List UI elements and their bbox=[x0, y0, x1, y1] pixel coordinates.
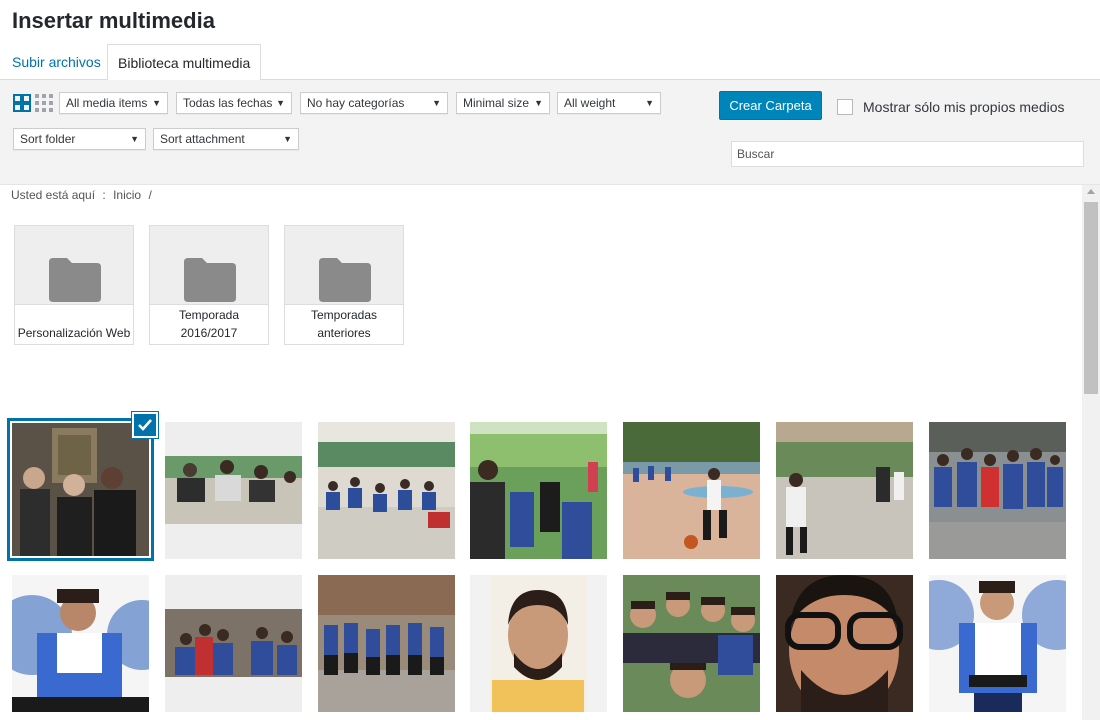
photo-image bbox=[12, 575, 149, 712]
photo-image bbox=[623, 422, 760, 559]
tab-media-library[interactable]: Biblioteca multimedia bbox=[107, 44, 262, 81]
category-filter[interactable]: No hay categorías ▼ bbox=[300, 92, 448, 114]
selected-check-icon[interactable] bbox=[132, 412, 158, 438]
breadcrumb-home-link[interactable]: Inicio bbox=[113, 188, 141, 202]
tab-upload-files[interactable]: Subir archivos bbox=[2, 44, 111, 80]
scroll-up-icon[interactable] bbox=[1087, 189, 1095, 194]
folder-item[interactable]: Temporada 2016/2017 bbox=[149, 225, 269, 345]
category-filter-value: No hay categorías bbox=[307, 96, 405, 110]
media-thumbnail-selected[interactable] bbox=[7, 418, 154, 561]
sort-attachment-select[interactable]: Sort attachment ▼ bbox=[153, 128, 299, 150]
media-thumbnail[interactable] bbox=[929, 575, 1066, 712]
breadcrumb: Usted está aquí : Inicio / bbox=[11, 188, 156, 202]
folder-item[interactable]: Personalización Web bbox=[14, 225, 134, 345]
size-filter[interactable]: Minimal size ▼ bbox=[456, 92, 550, 114]
folder-icon bbox=[184, 258, 236, 302]
scrollbar-thumb[interactable] bbox=[1084, 202, 1098, 394]
weight-filter-value: All weight bbox=[564, 96, 616, 110]
media-type-filter-value: All media items bbox=[66, 96, 148, 110]
tab-bar: Subir archivos Biblioteca multimedia bbox=[0, 44, 1100, 81]
own-media-label: Mostrar sólo mis propios medios bbox=[863, 99, 1065, 115]
size-filter-value: Minimal size bbox=[463, 96, 530, 110]
media-thumbnail[interactable] bbox=[470, 422, 607, 559]
media-thumbnail[interactable] bbox=[318, 422, 455, 559]
chevron-down-icon: ▼ bbox=[534, 98, 543, 108]
search-input[interactable] bbox=[731, 141, 1084, 167]
media-thumbnail[interactable] bbox=[12, 575, 149, 712]
page-title: Insertar multimedia bbox=[12, 8, 215, 33]
folder-label: Personalización Web bbox=[15, 304, 133, 344]
folder-label: Temporadas anteriores bbox=[285, 304, 403, 344]
chevron-down-icon: ▼ bbox=[283, 134, 292, 144]
photo-image bbox=[929, 575, 1066, 712]
media-thumbnail[interactable] bbox=[623, 422, 760, 559]
media-thumbnail[interactable] bbox=[165, 575, 302, 712]
own-media-checkbox[interactable] bbox=[837, 99, 853, 115]
photo-image bbox=[776, 422, 913, 559]
sort-folder-value: Sort folder bbox=[20, 132, 76, 146]
chevron-down-icon: ▼ bbox=[152, 98, 161, 108]
media-thumbnail[interactable] bbox=[623, 575, 760, 712]
small-grid-view-icon[interactable] bbox=[35, 94, 53, 112]
date-filter[interactable]: Todas las fechas ▼ bbox=[176, 92, 292, 114]
sort-attachment-value: Sort attachment bbox=[160, 132, 245, 146]
folder-label: Temporada 2016/2017 bbox=[150, 304, 268, 344]
create-folder-button[interactable]: Crear Carpeta bbox=[719, 91, 822, 120]
media-thumbnail[interactable] bbox=[929, 422, 1066, 559]
folder-icon bbox=[319, 258, 371, 302]
scrollbar[interactable] bbox=[1082, 185, 1100, 720]
photo-image bbox=[165, 422, 302, 559]
chevron-down-icon: ▼ bbox=[276, 98, 285, 108]
media-thumbnail[interactable] bbox=[165, 422, 302, 559]
photo-image bbox=[929, 422, 1066, 559]
media-thumbnail[interactable] bbox=[470, 575, 607, 712]
photo-image bbox=[470, 422, 607, 559]
photo-image bbox=[318, 575, 455, 712]
sort-folder-select[interactable]: Sort folder ▼ bbox=[13, 128, 146, 150]
chevron-down-icon: ▼ bbox=[130, 134, 139, 144]
breadcrumb-trail: / bbox=[148, 188, 152, 202]
chevron-down-icon: ▼ bbox=[645, 98, 654, 108]
media-type-filter[interactable]: All media items ▼ bbox=[59, 92, 168, 114]
photo-image bbox=[776, 575, 913, 712]
weight-filter[interactable]: All weight ▼ bbox=[557, 92, 661, 114]
date-filter-value: Todas las fechas bbox=[183, 96, 273, 110]
photo-image bbox=[623, 575, 760, 712]
photo-image bbox=[470, 575, 607, 712]
photo-image bbox=[165, 575, 302, 712]
folder-icon bbox=[49, 258, 101, 302]
grid-view-icon[interactable] bbox=[13, 94, 31, 112]
photo-image bbox=[318, 422, 455, 559]
media-thumbnail[interactable] bbox=[318, 575, 455, 712]
chevron-down-icon: ▼ bbox=[432, 98, 441, 108]
breadcrumb-prefix: Usted está aquí bbox=[11, 188, 96, 202]
media-thumbnail[interactable] bbox=[776, 422, 913, 559]
media-thumbnail[interactable] bbox=[776, 575, 913, 712]
folder-item[interactable]: Temporadas anteriores bbox=[284, 225, 404, 345]
breadcrumb-separator: : bbox=[102, 188, 106, 202]
photo-image bbox=[12, 423, 149, 556]
